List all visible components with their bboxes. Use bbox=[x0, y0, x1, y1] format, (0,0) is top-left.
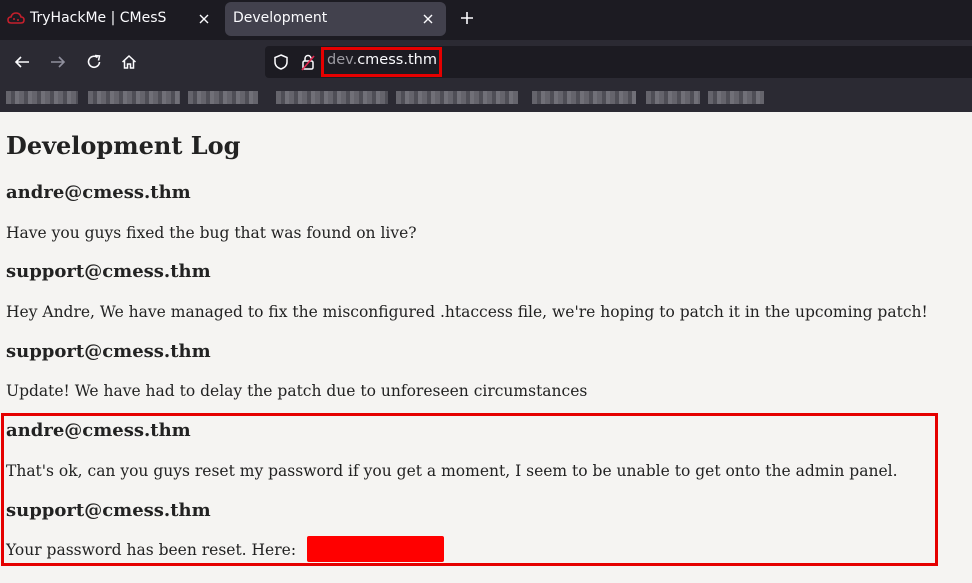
entry-message: Your password has been reset. Here: bbox=[6, 541, 297, 559]
blurred-bookmark bbox=[646, 91, 700, 104]
entry-message: Hey Andre, We have managed to fix the mi… bbox=[6, 303, 928, 321]
url-domain: cmess.thm bbox=[357, 52, 437, 68]
home-icon[interactable] bbox=[117, 50, 141, 74]
page-content: Development Log andre@cmess.thm Have you… bbox=[0, 112, 972, 583]
blurred-bookmark bbox=[276, 91, 388, 104]
redacted-password bbox=[307, 536, 444, 562]
entry-author: support@cmess.thm bbox=[6, 500, 211, 521]
tab-strip: TryHackMe | CMesS Development bbox=[0, 0, 972, 40]
entry-message: Update! We have had to delay the patch d… bbox=[6, 382, 588, 400]
forward-arrow-icon[interactable] bbox=[46, 50, 70, 74]
page-title: Development Log bbox=[6, 131, 241, 160]
navigation-toolbar: dev.cmess.thm bbox=[0, 40, 972, 84]
tryhackme-cloud-icon bbox=[7, 12, 25, 24]
close-tab-icon[interactable] bbox=[194, 9, 214, 29]
entry-author: support@cmess.thm bbox=[6, 261, 211, 282]
shield-icon[interactable] bbox=[272, 53, 290, 71]
entry-author: support@cmess.thm bbox=[6, 341, 211, 362]
url-text[interactable]: dev.cmess.thm bbox=[327, 52, 437, 68]
entry-author: andre@cmess.thm bbox=[6, 420, 191, 441]
reload-icon[interactable] bbox=[82, 50, 106, 74]
entry-message: That's ok, can you guys reset my passwor… bbox=[6, 462, 898, 480]
blurred-bookmark bbox=[396, 91, 518, 104]
back-arrow-icon[interactable] bbox=[10, 50, 34, 74]
address-bar[interactable]: dev.cmess.thm bbox=[265, 46, 972, 78]
tab-title: TryHackMe | CMesS bbox=[30, 10, 167, 26]
blurred-bookmark bbox=[88, 91, 180, 104]
tab-tryhackme[interactable]: TryHackMe | CMesS bbox=[0, 2, 222, 36]
bookmarks-toolbar-blurred bbox=[0, 84, 972, 112]
blurred-bookmark bbox=[532, 91, 636, 104]
entry-message: Have you guys fixed the bug that was fou… bbox=[6, 224, 417, 242]
close-tab-icon[interactable] bbox=[418, 9, 438, 29]
tab-development[interactable]: Development bbox=[225, 2, 446, 36]
lock-warning-icon[interactable] bbox=[299, 53, 317, 71]
blurred-bookmark bbox=[708, 91, 764, 104]
new-tab-plus-icon[interactable] bbox=[456, 7, 478, 29]
tab-title: Development bbox=[233, 10, 328, 26]
entry-author: andre@cmess.thm bbox=[6, 182, 191, 203]
url-subdomain: dev. bbox=[327, 52, 358, 68]
blurred-bookmark bbox=[6, 91, 78, 104]
blurred-bookmark bbox=[188, 91, 258, 104]
